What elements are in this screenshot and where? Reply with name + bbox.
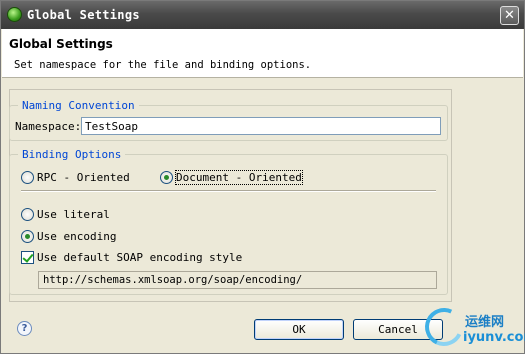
radio-button-icon	[21, 171, 34, 184]
watermark-top-text: 运维网	[465, 315, 505, 330]
radio-button-selected-icon	[160, 171, 173, 184]
document-oriented-label: Document - Oriented	[175, 170, 303, 185]
checkbox-checked-icon	[21, 251, 34, 264]
default-soap-encoding-checkbox[interactable]: Use default SOAP encoding style	[21, 251, 242, 264]
watermark-logo-icon	[419, 302, 469, 352]
rpc-oriented-label: RPC - Oriented	[37, 171, 130, 184]
ok-button[interactable]: OK	[254, 319, 344, 340]
document-oriented-radio[interactable]: Document - Oriented	[160, 170, 303, 185]
naming-convention-legend: Naming Convention	[18, 99, 139, 112]
encoding-url-field: http://schemas.xmlsoap.org/soap/encoding…	[38, 271, 437, 289]
options-divider	[21, 190, 436, 192]
use-literal-label: Use literal	[37, 208, 110, 221]
use-encoding-radio[interactable]: Use encoding	[21, 230, 116, 243]
help-icon[interactable]: ?	[17, 321, 32, 336]
namespace-input[interactable]	[81, 117, 441, 135]
use-encoding-label: Use encoding	[37, 230, 117, 243]
radio-button-selected-icon	[21, 230, 34, 243]
binding-options-legend: Binding Options	[18, 148, 126, 161]
namespace-label: Namespace:	[15, 120, 82, 133]
window-title: Global Settings	[27, 8, 140, 22]
app-logo-icon	[7, 7, 22, 22]
title-bar[interactable]: Global Settings ✕	[1, 1, 524, 29]
site-watermark: 运维网 iyunv.com	[419, 302, 525, 354]
page-title: Global Settings	[9, 37, 113, 51]
dialog-header: Global Settings Set namespace for the fi…	[2, 29, 523, 78]
watermark-bottom-text: iyunv.com	[463, 330, 525, 345]
page-description: Set namespace for the file and binding o…	[14, 59, 312, 71]
rpc-oriented-radio[interactable]: RPC - Oriented	[21, 171, 130, 184]
use-literal-radio[interactable]: Use literal	[21, 208, 110, 221]
default-soap-encoding-label: Use default SOAP encoding style	[37, 251, 243, 264]
close-button[interactable]: ✕	[500, 6, 519, 25]
radio-button-icon	[21, 208, 34, 221]
